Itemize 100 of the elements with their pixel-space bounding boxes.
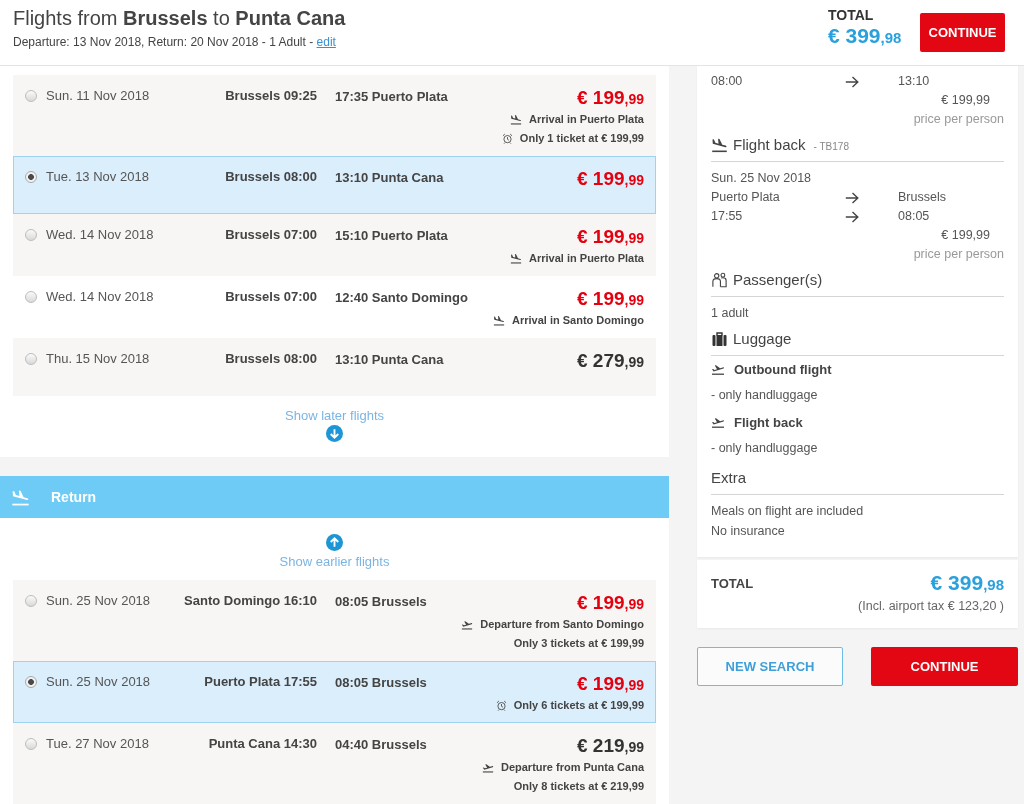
departure-time: Punta Cana 14:30 — [207, 735, 317, 753]
flight-date: Wed. 14 Nov 2018 — [46, 226, 155, 244]
luggage-flight-title: Flight back — [734, 414, 803, 430]
arrival-time: 12:40 Santo Domingo — [335, 290, 468, 305]
radio-button[interactable] — [25, 353, 37, 365]
flight-note: Departure from Punta Cana — [500, 760, 644, 775]
leg-to: 08:05 — [898, 208, 931, 225]
section-title: Passenger(s) — [733, 270, 823, 290]
flight-note: Arrival in Puerto Plata — [529, 112, 644, 127]
radio-button[interactable] — [25, 291, 37, 303]
arrival-time: 04:40 Brussels — [335, 737, 427, 752]
flight-price: € 199,99 — [577, 168, 644, 191]
flight-date: Sun. 25 Nov 2018 — [46, 673, 152, 691]
flight-option[interactable]: Sun. 25 Nov 2018 Santo Domingo 16:10 08:05 Brussels € 199,99 Departure from Santo Domingo Only 3 tickets at € 199,99 — [13, 580, 656, 661]
departure-time: Brussels 07:00 — [224, 288, 317, 306]
flight-date: Thu. 15 Nov 2018 — [46, 350, 151, 368]
arrow-right-icon — [845, 75, 859, 88]
leg-to: Brussels — [898, 189, 947, 206]
leg-from: 17:55 — [711, 208, 744, 225]
luggage-detail: - only handluggage — [711, 388, 818, 402]
departure-time: Brussels 09:25 — [224, 87, 317, 105]
arrival-time: 08:05 Brussels — [335, 594, 427, 609]
radio-button[interactable] — [25, 738, 37, 750]
flight-date: Sun. 25 Nov 2018 — [711, 171, 812, 185]
total-label: TOTAL — [828, 6, 874, 24]
tax-note: (Incl. airport tax € 123,20 ) — [858, 598, 1004, 615]
alarm-clock-icon — [501, 133, 513, 144]
flight-date: Tue. 27 Nov 2018 — [46, 735, 150, 753]
flight-note: Only 6 tickets at € 199,99 — [513, 698, 644, 713]
flight-date: Tue. 13 Nov 2018 — [46, 168, 150, 186]
flight-option[interactable]: Sun. 25 Nov 2018 Puerto Plata 17:55 08:05 Brussels € 199,99 Only 6 tickets at € 199,99 — [13, 661, 656, 723]
total-label: TOTAL — [711, 575, 754, 593]
flight-price: € 199,99 — [577, 226, 644, 249]
arrival-time: 13:10 Punta Cana — [335, 170, 444, 185]
arrival-time: 08:05 Brussels — [335, 675, 427, 690]
arrival-time: 15:10 Puerto Plata — [335, 228, 448, 243]
flight-option[interactable]: Tue. 27 Nov 2018 Punta Cana 14:30 04:40 Brussels € 219,99 Departure from Punta Cana Only 8 tickets at € 219,99 — [13, 723, 656, 804]
landing-plane-icon — [510, 114, 523, 125]
flight-note: Departure from Santo Domingo — [480, 617, 644, 632]
landing-plane-icon — [493, 315, 505, 326]
takeoff-plane-icon — [711, 363, 725, 375]
leg-from: 08:00 — [711, 73, 744, 90]
flight-note: Only 3 tickets at € 199,99 — [513, 636, 644, 651]
takeoff-plane-icon — [481, 762, 494, 773]
radio-button[interactable] — [25, 229, 37, 241]
flight-note: Arrival in Puerto Plata — [529, 251, 644, 266]
radio-button[interactable] — [25, 595, 37, 607]
departure-time: Brussels 08:00 — [224, 168, 317, 186]
luggage-detail: - only handluggage — [711, 441, 818, 455]
arrow-right-icon — [845, 191, 859, 204]
passenger-text: 1 adult — [711, 306, 749, 320]
takeoff-plane-icon — [461, 619, 474, 630]
departure-time: Brussels 07:00 — [224, 226, 317, 244]
continue-button[interactable]: CONTINUE — [871, 647, 1018, 686]
flight-date: Wed. 14 Nov 2018 — [46, 288, 155, 306]
radio-button[interactable] — [25, 676, 37, 688]
flight-option[interactable]: Tue. 13 Nov 2018 Brussels 08:00 13:10 Punta Cana € 199,99 — [13, 156, 656, 214]
arrow-right-icon — [845, 210, 859, 223]
arrival-time: 13:10 Punta Cana — [335, 352, 444, 367]
flight-price: € 199,99 — [577, 673, 644, 696]
flight-price: € 219,99 — [577, 735, 644, 758]
flight-option[interactable]: Thu. 15 Nov 2018 Brussels 08:00 13:10 Punta Cana € 279,99 — [13, 338, 656, 396]
flight-note: Arrival in Santo Domingo — [512, 313, 644, 328]
flight-code: - TB178 — [813, 141, 849, 152]
departure-time: Santo Domingo 16:10 — [183, 592, 317, 610]
extra-text: Meals on flight are included — [711, 504, 864, 518]
total-price: € 399,98 — [828, 24, 902, 49]
price-note: price per person — [913, 246, 1004, 263]
flight-price: € 199,99 — [577, 288, 644, 311]
arrow-up-circle-icon — [326, 534, 343, 551]
leg-from: Puerto Plata — [711, 189, 781, 206]
flight-option[interactable]: Sun. 11 Nov 2018 Brussels 09:25 17:35 Puerto Plata € 199,99 Arrival in Puerto Plata Only 1 ticket at € 199,99 — [13, 75, 656, 156]
departure-time: Brussels 08:00 — [224, 350, 317, 368]
suitcase-icon — [711, 331, 728, 347]
section-title: Flight back — [733, 135, 806, 155]
leg-to: 13:10 — [898, 73, 931, 90]
flight-note: Only 8 tickets at € 219,99 — [513, 779, 644, 794]
page-title: Flights from Brussels to Punta Cana — [13, 6, 346, 30]
landing-plane-icon — [711, 137, 728, 153]
takeoff-plane-icon — [711, 416, 725, 428]
radio-button[interactable] — [25, 90, 37, 102]
flight-note: Only 1 ticket at € 199,99 — [519, 131, 644, 146]
luggage-flight-title: Outbound flight — [734, 361, 832, 377]
radio-button[interactable] — [25, 171, 37, 183]
section-title: Luggage — [733, 329, 792, 349]
flight-price: € 199,99 — [577, 87, 644, 110]
section-title: Extra — [711, 468, 746, 488]
extra-text: No insurance — [711, 524, 785, 538]
arrow-down-circle-icon — [326, 425, 343, 442]
leg-price: € 199,99 — [941, 92, 990, 109]
edit-link[interactable]: edit — [316, 35, 336, 49]
people-icon — [711, 272, 728, 288]
flight-option[interactable]: Wed. 14 Nov 2018 Brussels 07:00 15:10 Puerto Plata € 199,99 Arrival in Puerto Plata — [13, 214, 656, 276]
continue-button[interactable]: CONTINUE — [920, 13, 1005, 52]
flight-date: Sun. 25 Nov 2018 — [46, 592, 152, 610]
landing-plane-icon — [11, 488, 30, 506]
flight-date: Sun. 11 Nov 2018 — [46, 87, 151, 105]
alarm-clock-icon — [495, 700, 507, 711]
landing-plane-icon — [510, 253, 523, 264]
price-note: price per person — [913, 111, 1004, 128]
